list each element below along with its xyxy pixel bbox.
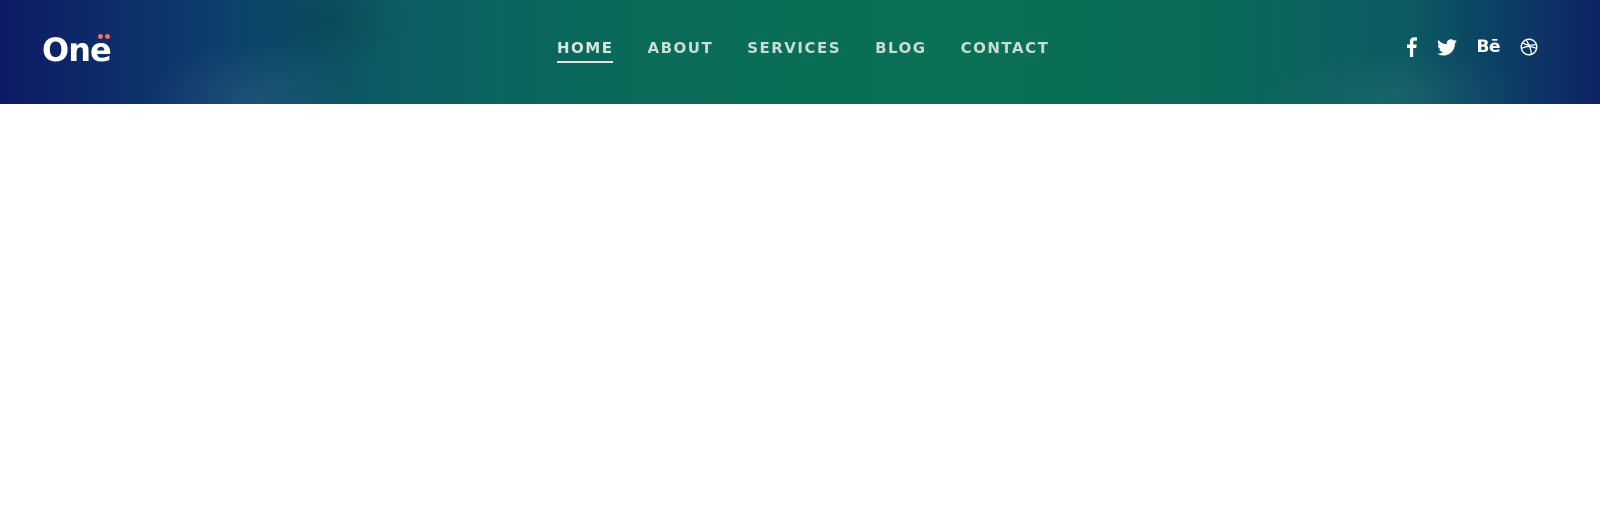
behance-label: Bē: [1476, 37, 1501, 57]
logo-dot: [105, 34, 110, 39]
twitter-icon[interactable]: [1436, 36, 1457, 58]
dribbble-icon[interactable]: [1520, 36, 1538, 58]
main-content-area: [0, 104, 1600, 510]
main-nav: HOME ABOUT SERVICES BLOG CONTACT: [557, 38, 1049, 63]
logo-umlaut-dots: [98, 34, 110, 39]
nav-item-contact[interactable]: CONTACT: [961, 38, 1050, 63]
behance-icon[interactable]: Bē: [1477, 36, 1501, 58]
facebook-icon[interactable]: [1406, 36, 1417, 58]
logo-dot: [98, 34, 103, 39]
social-links: Bē: [1406, 36, 1539, 58]
site-header: One HOME ABOUT SERVICES BLOG CONTACT Bē: [0, 0, 1600, 104]
nav-item-services[interactable]: SERVICES: [747, 38, 841, 63]
site-logo[interactable]: One: [42, 28, 112, 68]
nav-item-blog[interactable]: BLOG: [875, 38, 927, 63]
nav-item-home[interactable]: HOME: [557, 38, 614, 63]
nav-item-about[interactable]: ABOUT: [647, 38, 713, 63]
